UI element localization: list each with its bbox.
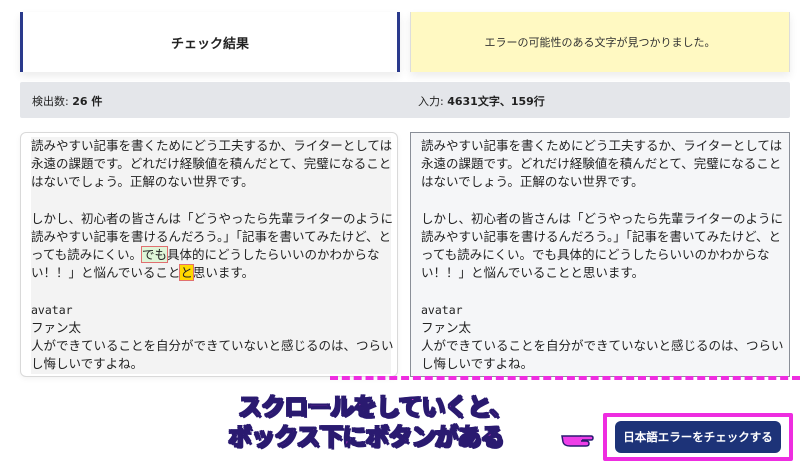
text-line: 永遠の課題です。どれだけ経験値を積んだとて、完璧になること bbox=[31, 155, 391, 174]
text-line: 永遠の課題です。どれだけ経験値を積んだとて、完璧になること bbox=[421, 156, 782, 172]
text-line: しかし、初心者の皆さんは「どうやったら先輩ライターのように bbox=[421, 210, 784, 226]
text-line: はないでしょう。正解のない世界です。 bbox=[421, 174, 644, 190]
result-title-card: チェック結果 bbox=[20, 12, 400, 72]
text-line: 人ができていることを自分ができていないと感じるのは、つらい bbox=[421, 338, 784, 354]
text-line: 読みやすい記事を書くためにどう工夫するか、ライターとしては bbox=[421, 138, 783, 153]
result-title: チェック結果 bbox=[170, 36, 249, 52]
result-text-pane[interactable]: 読みやすい記事を書くためにどう工夫するか、ライターとしては 永遠の課題です。どれ… bbox=[20, 132, 398, 377]
input-stats: 入力: 4631文字、159行 bbox=[418, 95, 545, 108]
text-line: い！！」と悩んでいることと思います。 bbox=[421, 265, 645, 281]
text-line: 読みやすい記事を書けるんだろう。」「記事を書いてみたけど、と bbox=[421, 229, 782, 244]
text-line: っても読みにくい。でも具体的にどうしたらいいのかわからな bbox=[421, 247, 770, 263]
blank-line bbox=[31, 191, 391, 210]
input-text-pane[interactable]: 読みやすい記事を書くためにどう工夫するか、ライターとしては 永遠の課題です。どれ… bbox=[410, 132, 790, 377]
text-line: い！！」と悩んでいることと思います。 bbox=[31, 264, 391, 283]
error-message: エラーの可能性のある文字が見つかりました。 bbox=[484, 36, 716, 49]
scroll-annotation: スクロールをしていくと、 ボックス下にボタンがある bbox=[227, 392, 598, 452]
error-message-card: エラーの可能性のある文字が見つかりました。 bbox=[410, 12, 790, 72]
text-line: っても読みにくい。でも具体的にどうしたらいいのかわからな bbox=[31, 246, 391, 265]
text-line: し悔しいですよね。 bbox=[421, 356, 534, 372]
text-line: 読みやすい記事を書くためにどう工夫するか、ライターとしては bbox=[31, 137, 392, 156]
text-line: ファン太 bbox=[31, 319, 391, 338]
annotation-line: スクロールをしていくと、 bbox=[237, 392, 514, 421]
error-highlight[interactable]: でも bbox=[141, 246, 169, 264]
text-line: avatar bbox=[421, 302, 463, 317]
text-line: 人ができていることを自分ができていないと感じるのは、つらい bbox=[31, 337, 394, 356]
text-line: し悔しいですよね。 bbox=[31, 355, 391, 374]
annotation-line: ボックス下にボタンがある bbox=[227, 422, 504, 451]
text-line: はないでしょう。正解のない世界です。 bbox=[31, 173, 391, 192]
pointing-hand-icon bbox=[561, 435, 594, 447]
text-line: avatar bbox=[31, 300, 391, 319]
text-line: ファン太 bbox=[421, 320, 472, 335]
detection-count: 検出数: 26 件 bbox=[32, 95, 103, 108]
button-highlight-frame: 日本語エラーをチェックする bbox=[603, 413, 793, 461]
text-line: 読みやすい記事を書けるんだろう。」「記事を書いてみたけど、と bbox=[31, 228, 391, 247]
dashed-divider bbox=[330, 376, 800, 380]
text-line: しかし、初心者の皆さんは「どうやったら先輩ライターのように bbox=[31, 209, 393, 228]
error-highlight[interactable]: と bbox=[179, 264, 194, 282]
blank-line bbox=[31, 282, 391, 301]
check-japanese-errors-button[interactable]: 日本語エラーをチェックする bbox=[615, 421, 781, 453]
stats-bar: 検出数: 26 件 入力: 4631文字、159行 bbox=[20, 82, 790, 118]
